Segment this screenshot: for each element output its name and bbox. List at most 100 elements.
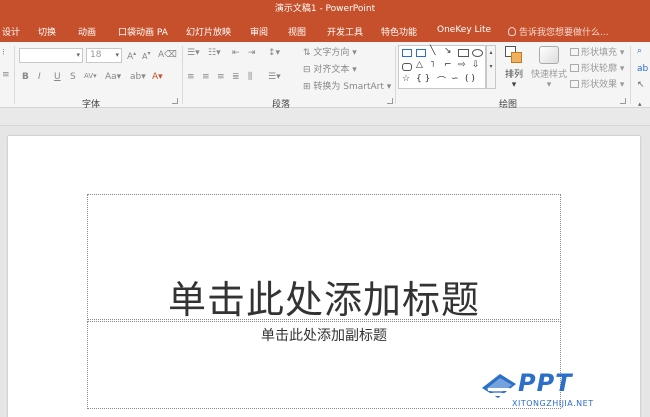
align-center-button[interactable]: ≡ — [202, 72, 210, 82]
tab-developer[interactable]: 开发工具 — [327, 25, 363, 38]
notification-bar — [0, 108, 650, 126]
ribbon-tabs: 设计 切换 动画 口袋动画 PA 幻灯片放映 审阅 视图 开发工具 特色功能 O… — [0, 18, 650, 42]
curve-shape-icon[interactable]: ∽ — [451, 74, 459, 84]
shape-effects-button[interactable]: 形状效果 ▾ — [570, 77, 624, 90]
shape-outline-button[interactable]: 形状轮廓 ▾ — [570, 61, 624, 74]
strike-label: S — [70, 72, 76, 82]
shape-fill-label: 形状填充 — [581, 48, 618, 58]
tab-special[interactable]: 特色功能 — [381, 25, 417, 38]
text-direction-button[interactable]: ⇅ 文字方向 ▾ — [303, 45, 357, 58]
quick-styles-icon — [539, 46, 559, 64]
bullet-icon-2[interactable]: ≡ — [2, 70, 10, 80]
tab-transitions[interactable]: 切换 — [38, 25, 56, 38]
watermark-url: XITONGZHIJIA.NET — [512, 399, 594, 408]
site-watermark: PPT XITONGZHIJIA.NET — [478, 366, 650, 417]
bullet-icon[interactable]: ⁝ — [2, 48, 5, 58]
window-title: 演示文稿1 - PowerPoint — [274, 4, 376, 14]
font-size-value: 18 — [90, 50, 102, 60]
effects-icon — [570, 80, 579, 88]
highlight-icon[interactable]: ab▾ — [130, 72, 146, 82]
shapes-gallery-scroll[interactable]: ▴ ▾ — [486, 45, 496, 89]
paragraph-more-button[interactable]: ☰▾ — [268, 72, 281, 82]
italic-button[interactable]: I — [38, 72, 41, 82]
indent-decrease-button[interactable]: ⇤ — [232, 48, 240, 58]
align-text-button[interactable]: ⊟ 对齐文本 ▾ — [303, 62, 357, 75]
smartart-icon: ⊞ — [303, 82, 311, 92]
char-spacing-button[interactable]: AV▾ — [84, 72, 97, 80]
paint-bucket-icon — [570, 48, 579, 56]
bullets-button[interactable]: ☰▾ — [187, 48, 200, 58]
underline-button[interactable]: U — [54, 72, 61, 82]
replace-icon[interactable]: ab — [637, 64, 648, 74]
indent-increase-button[interactable]: ⇥ — [248, 48, 256, 58]
bold-button[interactable]: B — [22, 72, 29, 82]
convert-smartart-button[interactable]: ⊞ 转换为 SmartArt ▾ — [303, 79, 391, 92]
brace-shape-icon[interactable]: { } — [416, 74, 430, 84]
bracket-shape-icon[interactable]: ( ) — [465, 74, 475, 84]
tab-slideshow[interactable]: 幻灯片放映 — [186, 25, 231, 38]
align-left-button[interactable]: ≡ — [187, 72, 195, 82]
tell-me-box[interactable]: 告诉我您想要做什么... — [508, 25, 609, 38]
columns-button[interactable]: ⫼ — [248, 72, 252, 82]
shape-effects-label: 形状效果 — [581, 80, 618, 90]
tab-animations[interactable]: 动画 — [78, 25, 96, 38]
title-bar: 演示文稿1 - PowerPoint — [0, 0, 650, 18]
title-placeholder[interactable]: 单击此处添加标题 — [87, 194, 561, 322]
change-case-button[interactable]: Aa▾ — [105, 72, 121, 82]
tab-pocket-animation[interactable]: 口袋动画 PA — [118, 25, 168, 38]
font-color-button[interactable]: A▾ — [152, 72, 163, 82]
grow-font-button[interactable]: A▴ — [127, 50, 136, 62]
clear-format-label: A — [158, 50, 165, 60]
rectangle-shape-icon[interactable] — [458, 49, 469, 57]
oval-shape-icon[interactable] — [472, 49, 483, 57]
align-text-icon: ⊟ — [303, 65, 311, 75]
quick-styles-button[interactable]: 快速样式 ▾ — [529, 46, 569, 90]
clear-format-button[interactable]: A⌫ — [158, 50, 177, 60]
watermark-brand: PPT — [518, 369, 573, 397]
textbox-shape-icon[interactable] — [402, 49, 412, 57]
rounded-rect-shape-icon[interactable] — [402, 63, 412, 71]
tab-review[interactable]: 审阅 — [250, 25, 268, 38]
arc-shape-icon[interactable]: ⌒ — [437, 74, 446, 87]
font-dialog-launcher[interactable] — [172, 98, 178, 104]
arrange-icon — [505, 46, 523, 64]
italic-label: I — [38, 72, 41, 82]
line-shape-icon[interactable]: ╲ — [430, 46, 435, 56]
arrange-button[interactable]: 排列 ▾ — [501, 46, 527, 90]
align-right-button[interactable]: ≡ — [217, 72, 225, 82]
text-direction-icon: ⇅ — [303, 48, 311, 58]
arrange-label: 排列 — [504, 70, 523, 80]
shape-fill-button[interactable]: 形状填充 ▾ — [570, 45, 624, 58]
collapse-ribbon-icon[interactable]: ▴ — [638, 100, 646, 108]
justify-button[interactable]: ≣ — [232, 72, 240, 82]
powerpoint-window: 演示文稿1 - PowerPoint 设计 切换 动画 口袋动画 PA 幻灯片放… — [0, 0, 650, 417]
line-spacing-button[interactable]: ↕▾ — [268, 48, 280, 58]
shrink-font-button[interactable]: A▾ — [142, 50, 151, 62]
tab-view[interactable]: 视图 — [288, 25, 306, 38]
find-icon[interactable]: ⌕ — [637, 46, 642, 56]
select-icon[interactable]: ↖ — [637, 80, 645, 90]
ribbon: ⁝ ≡ ▾ 18 ▾ A▴ A▾ A⌫ B I U S AV▾ Aa▾ ab▾ … — [0, 42, 650, 110]
numbering-button[interactable]: ☷▾ — [208, 48, 221, 58]
subtitle-placeholder-text: 单击此处添加副标题 — [261, 328, 387, 344]
shapes-gallery[interactable]: ╲ ↘ △ ˥ ⌐ ⇨ ⇩ ☆ { } ⌒ ∽ ( ) — [398, 45, 486, 89]
drawing-dialog-launcher[interactable] — [620, 98, 626, 104]
arrow-line-shape-icon[interactable]: ↘ — [444, 46, 452, 56]
pen-icon — [570, 64, 579, 72]
tab-onekey[interactable]: OneKey Lite — [437, 25, 491, 35]
elbow-connector-icon[interactable]: ˥ — [430, 60, 434, 70]
curved-connector-icon[interactable]: ⌐ — [444, 60, 452, 70]
font-size-combo[interactable]: 18 ▾ — [86, 48, 122, 63]
vertical-textbox-shape-icon[interactable] — [416, 49, 426, 57]
strikethrough-button[interactable]: S — [70, 72, 76, 82]
right-arrow-shape-icon[interactable]: ⇨ — [458, 60, 466, 70]
bold-label: B — [22, 72, 29, 82]
star-shape-icon[interactable]: ☆ — [402, 74, 410, 84]
chevron-down-icon: ▾ — [76, 51, 80, 59]
down-arrow-shape-icon[interactable]: ⇩ — [472, 60, 480, 70]
triangle-shape-icon[interactable]: △ — [416, 60, 423, 70]
font-name-combo[interactable]: ▾ — [19, 48, 83, 63]
lightbulb-icon — [508, 27, 516, 36]
tab-design[interactable]: 设计 — [2, 25, 20, 38]
paragraph-dialog-launcher[interactable] — [387, 98, 393, 104]
